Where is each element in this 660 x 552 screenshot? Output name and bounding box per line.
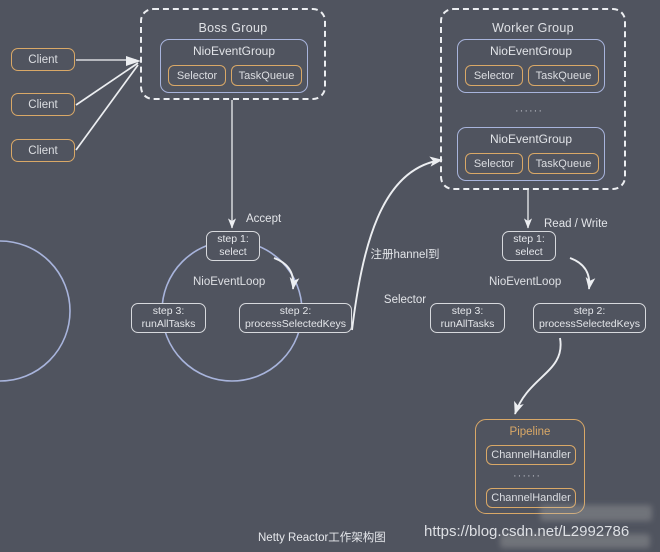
worker-step-3-line1: step 3: [451, 305, 484, 318]
worker-step-2-line2: processSelectedKeys [539, 318, 640, 330]
pipeline-arrow [514, 337, 562, 415]
boss-step-2[interactable]: step 2: processSelectedKeys [239, 303, 352, 333]
boss-step-1-line2: select [219, 246, 247, 258]
worker-loop-name: NioEventLoop [489, 276, 562, 288]
client-label: Client [28, 144, 58, 157]
client-2-connector [75, 62, 139, 106]
worker-nioeventgroup-1[interactable]: NioEventGroup Selector TaskQueue [457, 39, 605, 93]
worker-group-ellipsis: ······ [515, 105, 543, 117]
channel-handler-1-label: ChannelHandler [491, 449, 571, 461]
client-3-connector [75, 64, 139, 151]
worker-loop-circle [0, 240, 71, 382]
client-label: Client [28, 53, 58, 66]
netty-reactor-diagram: Client Client Client Boss Group NioEvent… [0, 0, 660, 552]
worker-taskqueue-1[interactable]: TaskQueue [528, 65, 599, 86]
boss-step-3-line2: runAllTasks [141, 318, 196, 330]
pipeline-container[interactable]: Pipeline ChannelHandler ······ ChannelHa… [475, 419, 585, 514]
worker-step-2[interactable]: step 2: processSelectedKeys [533, 303, 646, 333]
worker-group-title: Worker Group [492, 21, 574, 35]
boss-step-1[interactable]: step 1: select [206, 231, 260, 261]
boss-step-1-line1: step 1: [217, 233, 249, 246]
boss-loop-step-arrow [273, 257, 300, 290]
pipeline-title: Pipeline [509, 426, 551, 438]
boss-step-3-line1: step 3: [152, 305, 185, 318]
worker-nioeventgroup-1-title: NioEventGroup [489, 44, 573, 58]
worker-step-3-line2: runAllTasks [440, 318, 495, 330]
client-box-3[interactable]: Client [11, 139, 75, 162]
watermark-url: https://blog.csdn.net/L2992786 [424, 523, 630, 540]
worker-step-2-line1: step 2: [573, 305, 606, 318]
client-label: Client [28, 98, 58, 111]
worker-selector-2-label: Selector [473, 157, 515, 170]
channel-handler-2-label: ChannelHandler [491, 492, 571, 504]
boss-selector-label: Selector [176, 69, 218, 82]
boss-loop-name: NioEventLoop [193, 276, 266, 288]
accept-label: Accept [246, 213, 282, 225]
watermark-smudge [540, 505, 652, 521]
worker-taskqueue-2[interactable]: TaskQueue [528, 153, 599, 174]
pipeline-ellipsis: ······ [513, 470, 541, 482]
worker-step-1-line1: step 1: [513, 233, 545, 246]
boss-selector[interactable]: Selector [168, 65, 226, 86]
clients-arrowhead [126, 56, 141, 66]
boss-taskqueue-label: TaskQueue [238, 69, 295, 82]
boss-taskqueue[interactable]: TaskQueue [231, 65, 302, 86]
worker-step-1[interactable]: step 1: select [502, 231, 556, 261]
boss-step-3[interactable]: step 3: runAllTasks [131, 303, 206, 333]
worker-step-3[interactable]: step 3: runAllTasks [430, 303, 505, 333]
boss-nioeventgroup-title: NioEventGroup [192, 44, 276, 58]
read-write-label: Read / Write [544, 218, 608, 230]
worker-nioeventgroup-2[interactable]: NioEventGroup Selector TaskQueue [457, 127, 605, 181]
worker-taskqueue-1-label: TaskQueue [535, 69, 592, 82]
worker-selector-1[interactable]: Selector [465, 65, 523, 86]
diagram-caption: Netty Reactor工作架构图 [258, 532, 386, 544]
channel-handler-1[interactable]: ChannelHandler [486, 445, 576, 465]
boss-step-2-line1: step 2: [279, 305, 312, 318]
worker-loop-step-arrow [569, 257, 596, 290]
worker-nioeventgroup-2-title: NioEventGroup [489, 132, 573, 146]
worker-step-1-line2: select [515, 246, 543, 258]
boss-nioeventgroup[interactable]: NioEventGroup Selector TaskQueue [160, 39, 308, 93]
client-box-1[interactable]: Client [11, 48, 75, 71]
worker-selector-1-label: Selector [473, 69, 515, 82]
boss-step-2-line2: processSelectedKeys [245, 318, 346, 330]
register-channel-line1: 注册hannel到 [370, 248, 440, 261]
worker-taskqueue-2-label: TaskQueue [535, 157, 592, 170]
client-box-2[interactable]: Client [11, 93, 75, 116]
boss-group-title: Boss Group [198, 21, 268, 35]
worker-selector-2[interactable]: Selector [465, 153, 523, 174]
